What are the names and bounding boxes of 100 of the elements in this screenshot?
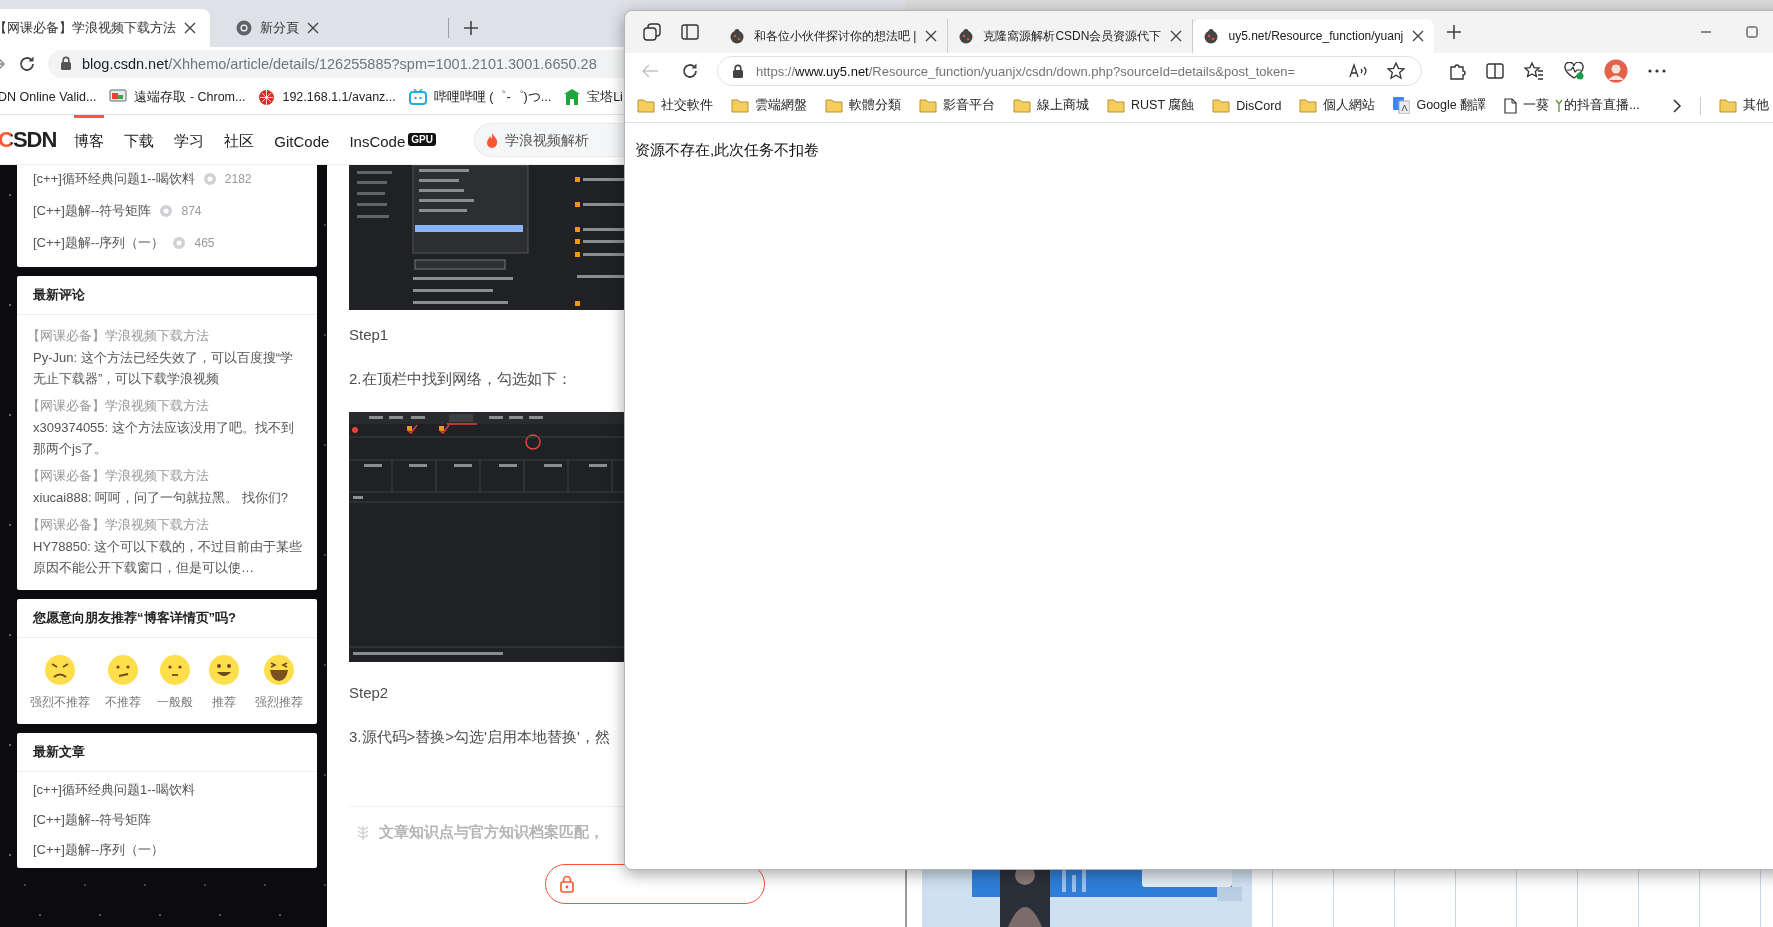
bookmark[interactable]: Google 翻譯 bbox=[1393, 97, 1487, 114]
read-aloud-icon[interactable] bbox=[1349, 63, 1369, 79]
nav-link[interactable]: InsCode bbox=[349, 114, 406, 165]
avatar-icon[interactable] bbox=[1604, 59, 1628, 83]
browser-tab[interactable]: 【网课必备】学浪视频下载方法 bbox=[0, 9, 210, 47]
close-icon[interactable] bbox=[925, 30, 938, 42]
folder-icon bbox=[1013, 98, 1031, 113]
nav-link[interactable]: 社区 bbox=[224, 114, 255, 165]
page-icon bbox=[1504, 97, 1518, 114]
leaf-icon bbox=[355, 824, 371, 841]
article-link[interactable]: [C++]题解--符号矩阵 bbox=[33, 810, 301, 830]
browser-tab[interactable]: uy5.net/Resource_function/yuanj bbox=[1193, 19, 1435, 53]
eye-icon bbox=[172, 236, 187, 250]
bookmark[interactable]: 192.168.1.1/avanz... bbox=[258, 88, 396, 106]
bookmark[interactable]: 哔哩哔哩 (゜-゜)つ... bbox=[408, 88, 552, 106]
split-screen-icon[interactable] bbox=[1486, 63, 1504, 79]
ladybug-icon bbox=[958, 28, 975, 44]
plant-icon bbox=[1555, 99, 1564, 112]
stacked-squares-icon[interactable] bbox=[643, 23, 661, 41]
article-text: 2.在顶栏中找到网络，勾选如下： bbox=[349, 369, 572, 389]
url-text: blog.csdn.net/Xhhemo/article/details/126255885?spm=1001.2101.3001.6650.28 bbox=[82, 55, 597, 72]
address-bar[interactable]: blog.csdn.net/Xhhemo/article/details/126255885?spm=1001.2101.3001.6650.28 bbox=[48, 49, 624, 78]
globe-icon bbox=[258, 88, 276, 106]
comment-text: HY78850: 这个可以下载的，不过目前由于某些原因不能公开下载窗口，但是可以使… bbox=[33, 538, 304, 577]
comment-text: x309374055: 这个方法应该没用了吧。找不到那两个js了。 bbox=[33, 419, 295, 458]
rating-label: 强烈不推荐 bbox=[30, 695, 90, 710]
reload-icon[interactable] bbox=[18, 54, 36, 73]
bookmark[interactable]: 宝塔Li bbox=[564, 88, 623, 106]
remote-desktop-icon bbox=[109, 89, 128, 105]
browser-logo-icon bbox=[236, 20, 252, 36]
article-link[interactable]: [c++]循环经典问题1--喝饮料 bbox=[33, 780, 301, 800]
favorites-icon[interactable] bbox=[1524, 62, 1544, 80]
close-icon[interactable] bbox=[184, 22, 196, 34]
heart-pulse-icon[interactable] bbox=[1564, 62, 1584, 80]
view-count: 874 bbox=[181, 204, 202, 218]
maximize-icon[interactable] bbox=[1746, 26, 1758, 38]
url-text: https://www.uy5.net/Resource_function/yuanjx/csdn/down.php?sourceId=details&post_token= bbox=[756, 63, 1297, 79]
nav-link[interactable]: 下载 bbox=[124, 114, 155, 165]
view-count: 2182 bbox=[224, 172, 252, 186]
search-field[interactable]: 学浪视频解析 bbox=[473, 122, 626, 157]
bookmark[interactable]: DisCord bbox=[1212, 98, 1282, 113]
tab-title: 【网课必备】学浪视频下载方法 bbox=[0, 19, 176, 37]
close-icon[interactable] bbox=[307, 22, 319, 34]
smile-emoji-icon[interactable] bbox=[207, 654, 240, 686]
article-link[interactable]: [c++]循环经典问题1--喝饮料 bbox=[33, 170, 195, 188]
unlock-button[interactable] bbox=[545, 864, 765, 904]
comment-text: Py-Jun: 这个方法已经失效了，可以百度搜“学无止下载器”，可以下载学浪视频 bbox=[33, 349, 294, 388]
nav-link[interactable]: GitCode bbox=[274, 114, 330, 165]
laugh-emoji-icon[interactable] bbox=[263, 654, 295, 686]
angry-emoji-icon[interactable] bbox=[44, 654, 76, 686]
bookmark[interactable]: 其他 bbox=[1718, 97, 1769, 114]
section-heading: 最新文章 bbox=[17, 733, 317, 772]
tab-actions-icon[interactable] bbox=[681, 24, 699, 40]
bookmark[interactable]: 雲端網盤 bbox=[731, 97, 807, 114]
rating-label: 不推荐 bbox=[105, 695, 142, 710]
lock-icon bbox=[732, 63, 744, 79]
folder-icon bbox=[919, 98, 937, 113]
bookmark[interactable]: 軟體分類 bbox=[825, 97, 901, 114]
bookmark[interactable]: 線上商城 bbox=[1013, 97, 1089, 114]
bookmark[interactable]: RUST 腐蝕 bbox=[1107, 97, 1195, 114]
star-icon[interactable] bbox=[1387, 62, 1405, 80]
message-text: 资源不存在,此次任务不扣卷 bbox=[635, 141, 821, 160]
address-bar[interactable]: https://www.uy5.net/Resource_function/yuanjx/csdn/down.php?sourceId=details&post_token= bbox=[717, 56, 1422, 86]
reload-icon[interactable] bbox=[681, 62, 699, 80]
article-link[interactable]: [C++]题解--序列（一） bbox=[33, 840, 301, 860]
lock-icon bbox=[60, 56, 72, 71]
chevron-right-icon[interactable] bbox=[1671, 98, 1682, 113]
tab-title: 克隆窩源解析CSDN会员资源代下 bbox=[983, 27, 1162, 45]
uneasy-emoji-icon[interactable] bbox=[107, 654, 140, 686]
article-link[interactable]: [C++]题解--序列（一） bbox=[33, 234, 165, 252]
puzzle-icon[interactable] bbox=[1448, 62, 1466, 80]
article-link[interactable]: [C++]题解--符号矩阵 bbox=[33, 202, 152, 220]
close-icon[interactable] bbox=[1412, 30, 1425, 42]
folder-icon bbox=[1212, 98, 1231, 113]
nav-link[interactable]: 学习 bbox=[174, 114, 205, 165]
bookmark[interactable]: 遠端存取 - Chrom... bbox=[109, 88, 246, 106]
new-tab-icon[interactable] bbox=[463, 20, 479, 36]
eye-icon bbox=[202, 172, 217, 186]
lock-icon bbox=[560, 875, 574, 893]
tab-title: uy5.net/Resource_function/yuanj bbox=[1228, 29, 1404, 43]
article-text: 3.源代码>替换>勾选'启用本地替换'，然 bbox=[349, 727, 610, 747]
notice-text: 文章知识点与官方知识档案匹配， bbox=[379, 823, 604, 842]
more-icon[interactable] bbox=[1648, 69, 1666, 73]
rating-label: 推荐 bbox=[211, 695, 236, 710]
folder-icon bbox=[1107, 98, 1125, 113]
translate-icon bbox=[1393, 97, 1411, 114]
new-tab-icon[interactable] bbox=[1446, 24, 1463, 40]
browser-tab[interactable]: 新分頁 bbox=[218, 9, 448, 47]
article-text: Step1 bbox=[349, 325, 389, 345]
neutral-emoji-icon[interactable] bbox=[158, 654, 191, 686]
bookmark[interactable]: 社交軟件 bbox=[637, 97, 713, 114]
close-icon[interactable] bbox=[1170, 30, 1183, 42]
rating-label: 强烈推荐 bbox=[255, 695, 303, 710]
bookmark[interactable]: 影音平台 bbox=[919, 97, 995, 114]
flame-icon bbox=[485, 132, 498, 148]
article-text: Step2 bbox=[349, 683, 389, 703]
bookmark[interactable]: 一葵 的抖音直播... bbox=[1504, 97, 1640, 114]
bookmark[interactable]: 個人網站 bbox=[1299, 97, 1376, 114]
folder-icon bbox=[1299, 98, 1318, 113]
gpu-badge: GPU bbox=[408, 133, 436, 146]
